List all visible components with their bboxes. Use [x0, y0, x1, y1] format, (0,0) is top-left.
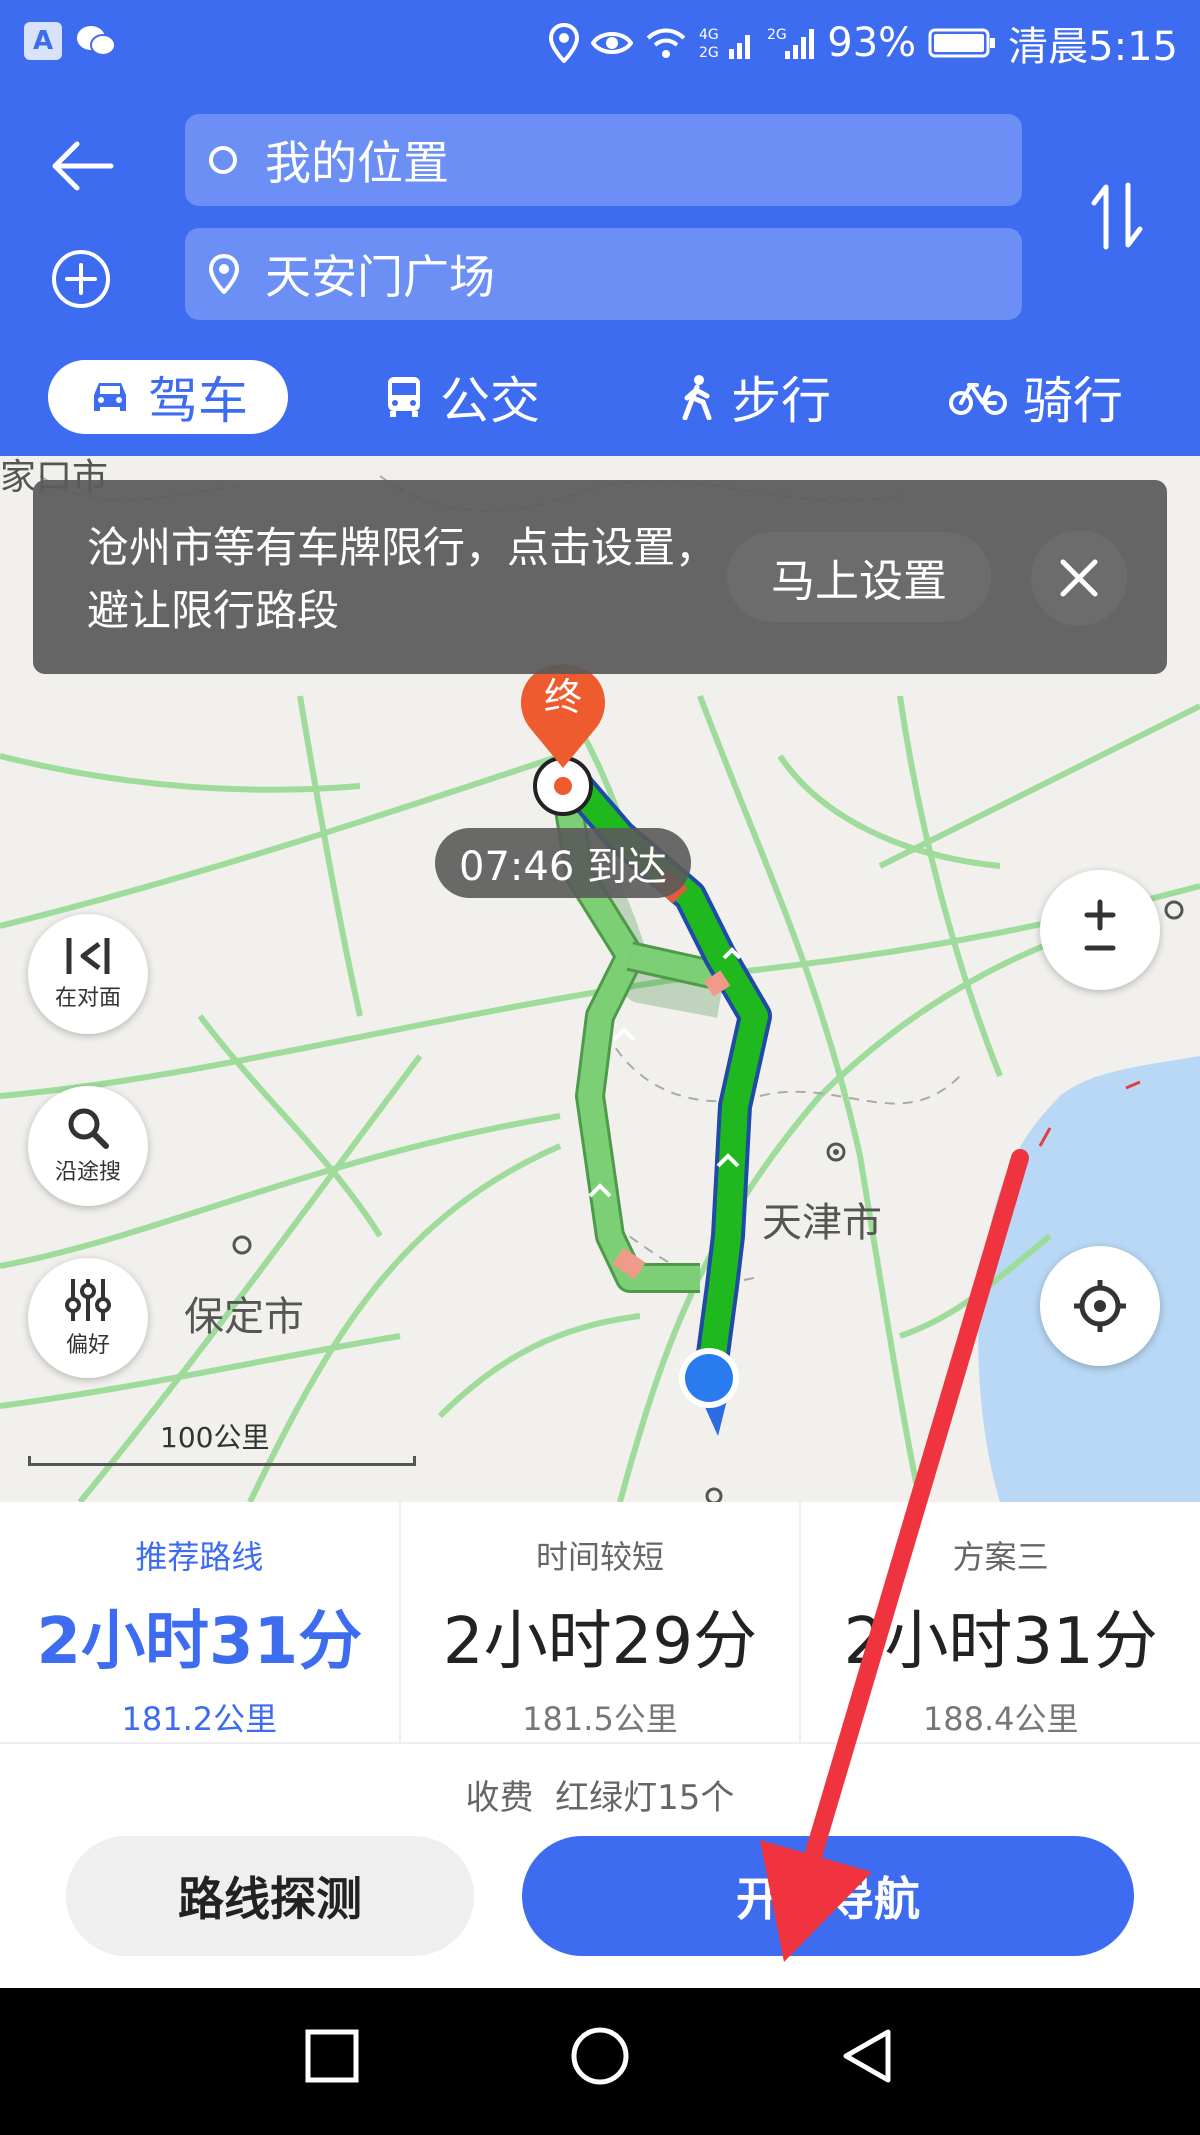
system-nav-bar [0, 1988, 1200, 2135]
tab-label: 骑行 [1023, 372, 1123, 430]
destination-field[interactable]: 天安门广场 [185, 228, 1022, 320]
wechat-icon [77, 26, 116, 56]
origin-text: 我的位置 [265, 136, 449, 190]
bike-icon [949, 383, 1007, 415]
tab-drive[interactable]: 驾车 [48, 360, 288, 434]
svg-text:2G: 2G [699, 45, 719, 61]
locate-button[interactable] [1040, 1246, 1160, 1366]
status-right: 4G 2G 2G 93% 清晨5:15 [549, 14, 1178, 72]
preference-label: 偏好 [65, 1333, 110, 1358]
battery-icon [928, 28, 996, 58]
zoom-button[interactable] [1040, 870, 1160, 990]
search-along-button[interactable]: 沿途搜 [28, 1086, 148, 1206]
plus-circle-icon [52, 250, 110, 308]
svg-text:4G: 4G [699, 27, 719, 43]
banner-close-button[interactable] [1031, 530, 1127, 626]
route-distance: 188.4公里 [922, 1700, 1079, 1738]
tab-label: 驾车 [148, 372, 248, 430]
swap-button[interactable] [1080, 176, 1154, 256]
recent-apps-icon[interactable] [304, 2028, 360, 2084]
tab-label: 步行 [731, 372, 831, 430]
tab-walk[interactable]: 步行 [655, 360, 855, 434]
bus-icon [388, 377, 420, 417]
signal-icon: 2G [767, 27, 815, 59]
route-time: 2小时31分 [36, 1605, 363, 1679]
route-label: 时间较短 [536, 1538, 665, 1576]
end-marker-text: 终 [544, 675, 582, 719]
swap-icon [1091, 182, 1143, 250]
back-nav-icon[interactable] [840, 2028, 896, 2084]
opposite-side-icon [66, 938, 110, 974]
tab-bus[interactable]: 公交 [362, 360, 562, 434]
start-navigation-button[interactable]: 开始导航 [522, 1836, 1134, 1956]
pin-icon [209, 254, 239, 294]
clock: 清晨5:15 [1008, 24, 1178, 70]
add-waypoint-button[interactable] [46, 244, 116, 314]
zoom-plus-minus-icon [1084, 899, 1116, 951]
tab-bike[interactable]: 骑行 [936, 360, 1136, 434]
car-icon [94, 383, 126, 411]
status-bar: A 4G 2G 2G 93% 清晨5:15 [0, 0, 1200, 82]
banner-text: 沧州市等有车牌限行，点击设置，避让限行路段 [87, 523, 718, 635]
eta-badge: 07:46 到达 [435, 828, 691, 898]
svg-text:2G: 2G [767, 27, 787, 43]
destination-text: 天安门广场 [265, 250, 495, 304]
route-option-third[interactable]: 方案三 2小时31分 188.4公里 [801, 1502, 1200, 1742]
sliders-icon [65, 1279, 111, 1321]
set-now-button[interactable]: 马上设置 [727, 532, 991, 622]
scale-bar [28, 1456, 416, 1466]
route-distance: 181.5公里 [522, 1700, 678, 1738]
route-option-shorter[interactable]: 时间较短 2小时29分 181.5公里 [401, 1502, 802, 1742]
route-label: 推荐路线 [135, 1538, 264, 1576]
travel-mode-tabs: 驾车 公交 步行 骑行 [0, 360, 1200, 444]
keyboard-indicator-icon: A [24, 22, 62, 60]
current-location-dot [685, 1354, 733, 1402]
route-option-recommended[interactable]: 推荐路线 2小时31分 181.2公里 [0, 1502, 401, 1742]
map-label-baoding: 保定市 [184, 1294, 304, 1340]
eye-icon [591, 32, 634, 54]
close-icon [1060, 559, 1098, 597]
preference-button[interactable]: 偏好 [28, 1258, 148, 1378]
map-label-tianjin: 天津市 [762, 1200, 882, 1246]
route-time: 2小时31分 [843, 1605, 1158, 1679]
battery-percent: 93% [827, 20, 917, 66]
map-view[interactable]: 终 家口市 天津市 保定市 07:46 到达 沧州市等有车牌限行，点击设置，避让… [0, 456, 1200, 1502]
scale-label: 100公里 [160, 1421, 270, 1454]
origin-dot-icon [209, 146, 237, 174]
back-button[interactable] [40, 124, 124, 208]
walk-icon [682, 375, 712, 420]
origin-field[interactable]: 我的位置 [185, 114, 1022, 206]
search-icon [68, 1108, 109, 1149]
bottom-panel: 收费 红绿灯15个 路线探测 开始导航 [0, 1742, 1200, 1988]
restriction-banner: 沧州市等有车牌限行，点击设置，避让限行路段 马上设置 [33, 480, 1167, 674]
route-distance: 181.2公里 [121, 1700, 278, 1738]
route-time: 2小时29分 [442, 1605, 758, 1679]
route-options: 推荐路线 2小时31分 181.2公里 时间较短 2小时29分 181.5公里 … [0, 1502, 1200, 1742]
opposite-side-label: 在对面 [54, 986, 121, 1011]
home-icon[interactable] [570, 2026, 630, 2086]
tab-label: 公交 [440, 372, 540, 430]
route-detect-button[interactable]: 路线探测 [66, 1836, 474, 1956]
route-info: 收费 红绿灯15个 [465, 1778, 735, 1818]
header: A 4G 2G 2G 93% 清晨5:15 我的位置 天安门广场 驾车 公交 步… [0, 0, 1200, 456]
route-label: 方案三 [952, 1538, 1049, 1576]
opposite-side-button[interactable]: 在对面 [28, 914, 148, 1034]
arrow-left-icon [52, 141, 114, 191]
wifi-icon [646, 28, 686, 58]
search-along-label: 沿途搜 [54, 1160, 121, 1185]
location-icon [549, 23, 580, 63]
signal-4g-icon: 4G2G [699, 27, 751, 61]
crosshair-icon [1074, 1280, 1126, 1332]
status-left: A [24, 22, 116, 60]
